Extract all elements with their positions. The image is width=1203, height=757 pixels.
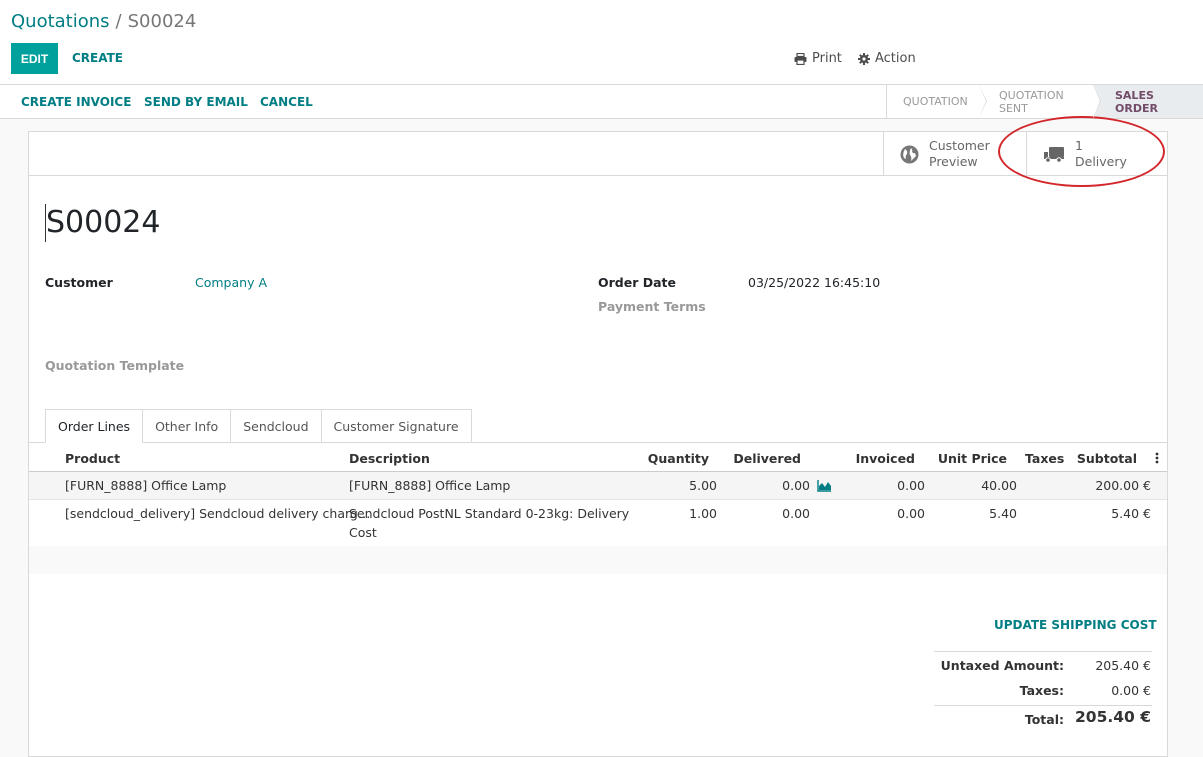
row-quantity: 5.00 [689,478,717,493]
summary-total-line [934,705,1152,706]
tab-order-lines[interactable]: Order Lines [45,409,144,443]
send-by-email-button[interactable]: SEND BY EMAIL [144,95,248,109]
stage-arrow-2-inner [1093,85,1100,118]
customer-label: Customer [45,275,113,290]
row-description: Sendcloud PostNL Standard 0-23kg: Delive… [349,506,630,521]
breadcrumb: Quotations / S00024 [11,11,196,32]
total-value: 205.40 € [1075,708,1151,726]
row-invoiced: 0.00 [897,506,925,521]
order-lines-table: Product Description Quantity Delivered I… [29,443,1167,574]
col-subtotal-header[interactable]: Subtotal [1059,451,1137,466]
print-icon [794,52,807,65]
row-quantity: 1.00 [689,506,717,521]
row-product: [FURN_8888] Office Lamp [65,478,227,493]
col-quantity-header[interactable]: Quantity [629,451,709,466]
taxes-value: 0.00 € [1111,683,1151,698]
order-date-value: 03/25/2022 16:45:10 [748,275,881,290]
breadcrumb-quotations-link[interactable]: Quotations [11,11,110,32]
annotation-ellipse [998,116,1165,187]
forecast-chart-icon[interactable] [817,480,832,496]
action-menu[interactable]: Action [858,51,916,66]
stage-quotation[interactable]: QUOTATION [887,85,987,118]
print-label: Print [812,51,842,66]
notebook-tabs: Order Lines Other Info Sendcloud Custome… [45,409,472,443]
form-sheet: Customer Preview 1 Delivery S00024 Custo… [28,131,1168,757]
status-bar: CREATE INVOICE SEND BY EMAIL CANCEL QUOT… [0,85,1203,119]
breadcrumb-separator: / [115,11,122,32]
row-invoiced: 0.00 [897,478,925,493]
total-label: Total: [1024,712,1064,727]
col-invoiced-header[interactable]: Invoiced [835,451,915,466]
table-footer-row [29,546,1167,574]
row-subtotal: 5.40 € [1111,506,1151,521]
untaxed-amount-label: Untaxed Amount: [940,658,1064,673]
taxes-label: Taxes: [1019,683,1064,698]
stage-quotation-sent-label: QUOTATION SENT [999,88,1064,115]
quotation-template-label: Quotation Template [45,358,185,373]
stage-quotation-sent[interactable]: QUOTATION SENT [979,85,1101,118]
table-header-row: Product Description Quantity Delivered I… [29,443,1167,472]
col-delivered-header[interactable]: Delivered [729,451,801,466]
untaxed-amount-value: 205.40 € [1095,658,1151,673]
row-unit-price: 40.00 [981,478,1017,493]
tab-customer-signature[interactable]: Customer Signature [321,409,472,443]
edit-button[interactable]: EDIT [11,43,58,74]
create-invoice-button[interactable]: CREATE INVOICE [21,95,131,109]
stage-sales-order-label: SALES ORDER [1115,88,1158,115]
customer-preview-line2: Preview [929,154,978,169]
action-label: Action [875,51,916,66]
table-row[interactable]: [FURN_8888] Office Lamp [FURN_8888] Offi… [29,472,1167,500]
smart-button-box: Customer Preview 1 Delivery [29,132,1167,176]
create-button[interactable]: CREATE [72,51,123,65]
optional-columns-icon[interactable] [1155,452,1159,468]
col-product-header[interactable]: Product [65,451,120,466]
stage-pipeline: QUOTATION QUOTATION SENT SALES ORDER [886,85,1203,118]
print-menu[interactable]: Print [794,51,842,66]
table-row[interactable]: [sendcloud_delivery] Sendcloud delivery … [29,500,1167,546]
row-description: [FURN_8888] Office Lamp [349,478,511,493]
record-title: S00024 [45,204,161,242]
cancel-button[interactable]: CANCEL [260,95,313,109]
breadcrumb-current: S00024 [127,11,197,32]
update-shipping-cost-button[interactable]: UPDATE SHIPPING COST [994,618,1157,632]
stage-sales-order[interactable]: SALES ORDER [1093,85,1203,118]
globe-icon [900,145,919,163]
tab-sendcloud[interactable]: Sendcloud [231,409,322,443]
row-delivered: 0.00 [782,478,810,493]
tab-other-info[interactable]: Other Info [143,409,232,443]
stage-arrow-1-inner [979,85,986,118]
row-subtotal: 200.00 € [1095,478,1151,493]
summary-top-line [934,651,1152,652]
row-unit-price: 5.40 [989,506,1017,521]
col-unit-price-header[interactable]: Unit Price [927,451,1007,466]
row-description-cont: Cost [349,525,377,540]
stage-quotation-label: QUOTATION [903,95,968,108]
col-description-header[interactable]: Description [349,451,430,466]
payment-terms-label: Payment Terms [598,299,706,314]
row-product: [sendcloud_delivery] Sendcloud delivery … [65,506,371,521]
control-panel: Quotations / S00024 EDIT CREATE Print Acti… [0,0,1203,85]
order-date-label: Order Date [598,275,676,290]
customer-link[interactable]: Company A [195,275,267,290]
row-delivered: 0.00 [782,506,810,521]
customer-preview-line1: Customer [929,138,990,153]
gear-icon [858,52,870,65]
